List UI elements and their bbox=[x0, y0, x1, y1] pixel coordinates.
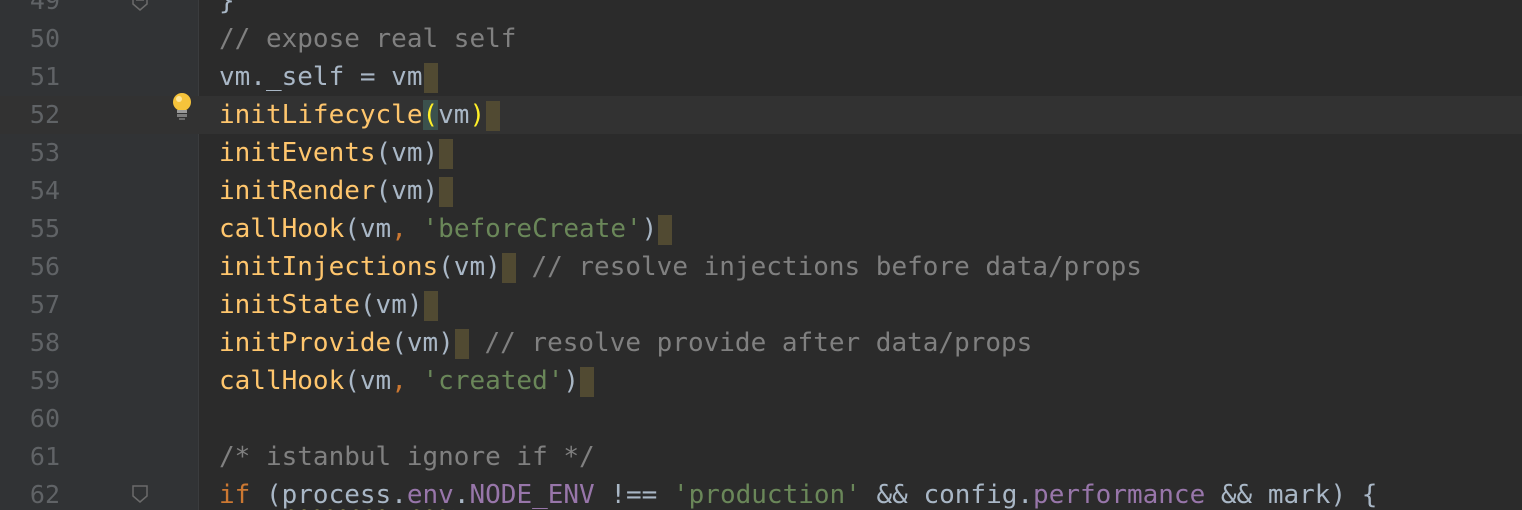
code-line-current[interactable]: 52 initLifecycle(vm) bbox=[0, 96, 1522, 134]
identifier-highlight bbox=[454, 328, 469, 359]
arguments: (vm) bbox=[438, 252, 501, 282]
code-line[interactable]: 53 initEvents(vm) bbox=[0, 134, 1522, 172]
function-call: initLifecycle bbox=[219, 100, 423, 130]
string-literal: 'production' bbox=[673, 480, 861, 510]
identifier-process: process bbox=[281, 480, 392, 510]
line-number: 60 bbox=[29, 404, 60, 433]
line-number: 54 bbox=[29, 176, 60, 205]
paren-open: ( bbox=[265, 480, 282, 510]
arguments: (vm bbox=[344, 214, 392, 244]
code-line[interactable]: 51 vm._self = vm bbox=[0, 58, 1522, 96]
line-number: 61 bbox=[29, 442, 60, 471]
operator: !== bbox=[594, 480, 673, 510]
identifier-highlight bbox=[439, 176, 454, 207]
code-line[interactable]: 59 callHook(vm, 'created') bbox=[0, 362, 1522, 400]
function-call: initState bbox=[219, 290, 360, 320]
identifier-highlight bbox=[439, 138, 454, 169]
paren-close: ) bbox=[469, 100, 486, 130]
keyword-if: if bbox=[219, 480, 251, 510]
code-line[interactable]: 50 // expose real self bbox=[0, 20, 1522, 58]
comma: , bbox=[391, 366, 407, 396]
code-line[interactable]: 55 callHook(vm, 'beforeCreate') bbox=[0, 210, 1522, 248]
identifier-highlight bbox=[423, 62, 438, 93]
code-text: } bbox=[219, 0, 235, 16]
paren-close: ) bbox=[641, 214, 658, 244]
line-number: 49 bbox=[29, 0, 60, 15]
property-performance: performance bbox=[1033, 480, 1206, 510]
identifier-highlight bbox=[580, 366, 595, 397]
function-call: callHook bbox=[219, 214, 345, 244]
dot: . bbox=[391, 480, 407, 510]
paren-close: ) bbox=[563, 366, 580, 396]
operator-and: && config bbox=[860, 480, 1018, 510]
line-number: 59 bbox=[29, 366, 60, 395]
arguments: (vm) bbox=[359, 290, 423, 320]
string-literal: 'beforeCreate' bbox=[422, 214, 642, 244]
lightbulb-icon[interactable] bbox=[170, 92, 194, 122]
arguments: (vm) bbox=[375, 138, 439, 168]
code-line[interactable]: 57 initState(vm) bbox=[0, 286, 1522, 324]
code-comment: // resolve injections before data/props bbox=[531, 252, 1142, 282]
operator-and: && mark) { bbox=[1205, 480, 1378, 510]
identifier-highlight bbox=[501, 252, 516, 283]
code-editor[interactable]: 49 } 50 // expose real self 51 vm._self … bbox=[0, 0, 1522, 510]
line-number: 53 bbox=[29, 138, 60, 167]
arguments: (vm) bbox=[375, 176, 439, 206]
arguments: (vm bbox=[344, 366, 392, 396]
code-line[interactable]: 61 /* istanbul ignore if */ bbox=[0, 438, 1522, 476]
identifier-highlight bbox=[423, 290, 438, 321]
line-number: 52 bbox=[29, 100, 60, 129]
identifier-highlight bbox=[658, 214, 673, 245]
dot: . bbox=[1017, 480, 1034, 510]
arguments: (vm) bbox=[391, 328, 454, 358]
code-comment: /* istanbul ignore if */ bbox=[219, 442, 595, 472]
function-call: initProvide bbox=[219, 328, 392, 358]
code-text: vm._self = vm bbox=[219, 62, 423, 92]
code-line[interactable]: 56 initInjections(vm) // resolve injecti… bbox=[0, 248, 1522, 286]
code-line[interactable]: 54 initRender(vm) bbox=[0, 172, 1522, 210]
line-number: 57 bbox=[29, 290, 60, 319]
string-literal: 'created' bbox=[422, 366, 564, 396]
code-comment: // expose real self bbox=[219, 24, 517, 54]
property-env: env bbox=[406, 480, 454, 510]
paren-open: ( bbox=[422, 100, 439, 130]
argument: vm bbox=[438, 100, 470, 130]
code-comment: // resolve provide after data/props bbox=[484, 328, 1033, 358]
property-node-env: NODE_ENV bbox=[469, 480, 595, 510]
line-number: 50 bbox=[29, 24, 60, 53]
code-line[interactable]: 60 bbox=[0, 400, 1522, 438]
line-number: 56 bbox=[29, 252, 60, 281]
function-call: callHook bbox=[219, 366, 345, 396]
line-number: 55 bbox=[29, 214, 60, 243]
function-call: initInjections bbox=[219, 252, 439, 282]
line-number: 51 bbox=[29, 62, 60, 91]
dot: . bbox=[453, 480, 470, 510]
function-call: initRender bbox=[219, 176, 376, 206]
line-number: 58 bbox=[29, 328, 60, 357]
comma: , bbox=[391, 214, 407, 244]
code-line[interactable]: 49 } bbox=[0, 0, 1522, 20]
identifier-highlight bbox=[486, 100, 501, 131]
code-line[interactable]: 58 initProvide(vm) // resolve provide af… bbox=[0, 324, 1522, 362]
function-call: initEvents bbox=[219, 138, 376, 168]
fold-marker-icon[interactable] bbox=[130, 484, 150, 504]
line-number: 62 bbox=[29, 480, 60, 509]
code-line[interactable]: 62 if (process.env.NODE_ENV !== 'product… bbox=[0, 476, 1522, 510]
